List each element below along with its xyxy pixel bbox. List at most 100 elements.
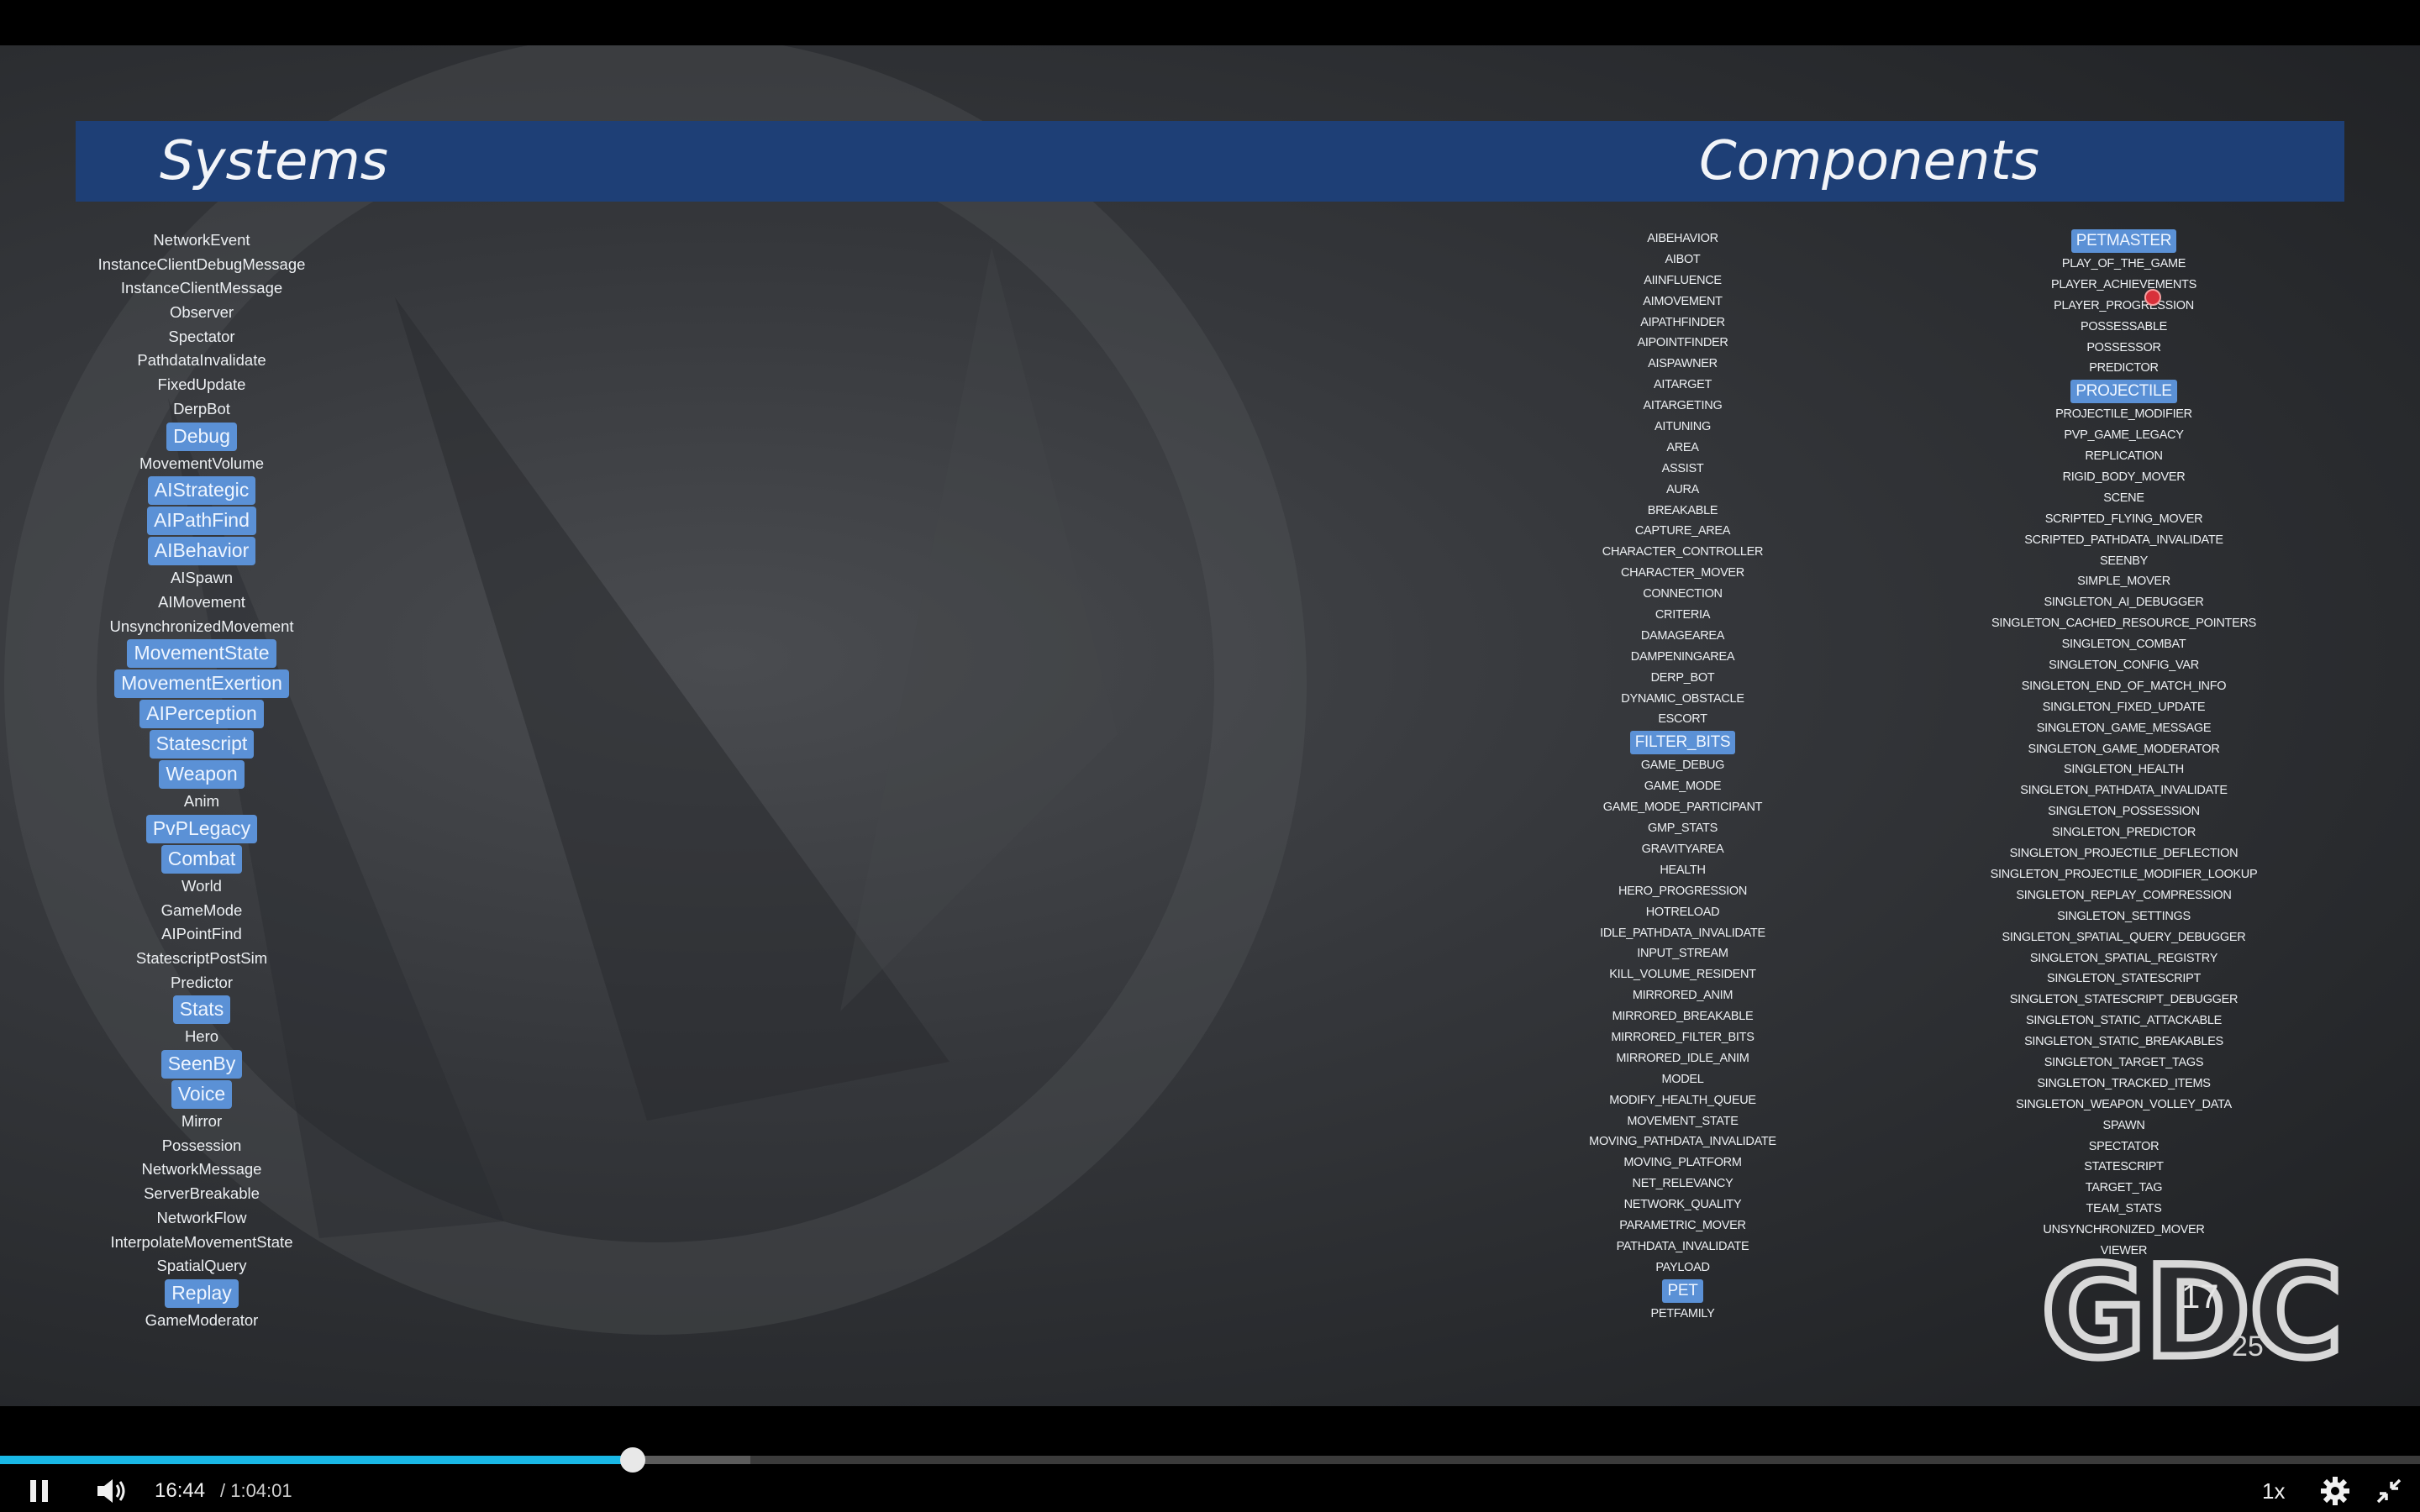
list-item: SINGLETON_STATIC_ATTACKABLE: [2025, 1014, 2223, 1028]
list-item: GAME_DEBUG: [1640, 759, 1725, 773]
highlighted-list-item: FILTER_BITS: [1629, 731, 1736, 755]
list-item: InstanceClientMessage: [120, 279, 283, 297]
highlighted-list-item: Replay: [165, 1278, 239, 1308]
list-item: FixedUpdate: [157, 375, 246, 394]
list-item: CONNECTION: [1643, 587, 1723, 601]
list-item: IDLE_PATHDATA_INVALIDATE: [1600, 926, 1765, 940]
list-item: DYNAMIC_OBSTACLE: [1621, 691, 1744, 706]
list-item: HEALTH: [1660, 863, 1706, 877]
highlighted-list-item: PvPLegacy: [145, 814, 258, 843]
list-item: INPUT_STREAM: [1637, 947, 1728, 961]
list-item: ESCORT: [1658, 712, 1707, 727]
list-item: AITUNING: [1655, 420, 1711, 434]
list-item: NETWORK_QUALITY: [1623, 1198, 1742, 1212]
list-item: AIINFLUENCE: [1644, 273, 1722, 287]
presentation-slide: Systems Components NetworkEvent InstanceC…: [0, 45, 2420, 1406]
list-item: PLAY_OF_THE_GAME: [2061, 257, 2186, 270]
list-item: STATESCRIPT: [2084, 1160, 2164, 1174]
list-item: PathdataInvalidate: [137, 351, 266, 370]
list-item: AIBEHAVIOR: [1647, 232, 1718, 245]
video-controls-bar: [0, 1445, 2420, 1512]
exit-fullscreen-icon[interactable]: [2375, 1477, 2403, 1505]
list-item: SINGLETON_REPLAY_COMPRESSION: [2016, 888, 2232, 902]
list-item: AIPOINTFINDER: [1637, 336, 1728, 350]
seek-bar[interactable]: [0, 1447, 2420, 1473]
highlighted-list-item: PROJECTILE: [2070, 380, 2177, 404]
list-item: MIRRORED_BREAKABLE: [1612, 1010, 1754, 1024]
list-item: AITARGET: [1653, 378, 1712, 392]
list-item: SEENBY: [2099, 554, 2149, 568]
list-item: DerpBot: [173, 399, 230, 417]
highlighted-list-item: Combat: [160, 844, 243, 874]
gdc-logo-anniversary: 25: [2232, 1331, 2264, 1362]
list-item: SINGLETON_HEALTH: [2064, 763, 2184, 777]
list-item: KILL_VOLUME_RESIDENT: [1609, 968, 1756, 982]
list-item: MOVING_PATHDATA_INVALIDATE: [1589, 1135, 1776, 1149]
list-item: GameMode: [160, 900, 243, 919]
list-item: TARGET_TAG: [2085, 1181, 2163, 1195]
list-item: SINGLETON_TRACKED_ITEMS: [2037, 1076, 2211, 1090]
list-item: SINGLETON_PREDICTOR: [2051, 826, 2196, 840]
list-item: InstanceClientDebugMessage: [97, 255, 306, 273]
list-item: Hero: [184, 1027, 219, 1046]
list-item: SINGLETON_SPATIAL_QUERY_DEBUGGER: [2002, 930, 2246, 944]
list-item: InterpolateMovementState: [110, 1232, 293, 1251]
seek-bar-progress: [0, 1456, 634, 1464]
list-item: StatescriptPostSim: [135, 949, 268, 967]
list-item: MovementVolume: [139, 454, 265, 472]
list-item: GAME_MODE_PARTICIPANT: [1602, 801, 1763, 815]
list-item: AIMOVEMENT: [1643, 294, 1723, 308]
systems-list: NetworkEvent InstanceClientDebugMessage In…: [76, 228, 328, 1333]
list-item: CRITERIA: [1655, 608, 1711, 622]
highlighted-list-item: PET: [1662, 1278, 1703, 1303]
list-item: Spectator: [168, 327, 235, 345]
list-item: SINGLETON_END_OF_MATCH_INFO: [2021, 679, 2227, 693]
list-item: PARAMETRIC_MOVER: [1619, 1218, 1746, 1232]
list-item: AISpawn: [170, 569, 234, 587]
components-list-left: AIBEHAVIOR AIBOT AIINFLUENCE AIMOVEMENT AIPA…: [1563, 228, 1802, 1325]
highlighted-list-item: AIBehavior: [147, 537, 256, 566]
list-item: GAME_MODE: [1644, 780, 1722, 794]
list-item: AIBOT: [1665, 252, 1701, 266]
list-item: AITARGETING: [1643, 399, 1723, 413]
speaker-icon[interactable]: [94, 1475, 128, 1507]
list-item: Anim: [183, 792, 220, 811]
list-item: RIGID_BODY_MOVER: [2062, 470, 2186, 485]
list-item: UnsynchronizedMovement: [109, 617, 294, 635]
list-item: BREAKABLE: [1647, 503, 1718, 517]
list-item: SCRIPTED_FLYING_MOVER: [2044, 512, 2203, 526]
playback-speed-button[interactable]: 1x: [2262, 1477, 2285, 1505]
list-item: MOVEMENT_STATE: [1627, 1114, 1739, 1128]
list-item: AIMovement: [158, 592, 245, 611]
list-item: NetworkFlow: [156, 1208, 247, 1226]
list-item: AIPointFind: [161, 925, 242, 943]
laser-pointer-dot: [2144, 289, 2161, 306]
list-item: SINGLETON_WEAPON_VOLLEY_DATA: [2016, 1097, 2232, 1111]
list-item: SINGLETON_SPATIAL_REGISTRY: [2029, 951, 2218, 965]
list-item: SINGLETON_POSSESSION: [2048, 805, 2200, 819]
pause-icon[interactable]: [25, 1477, 54, 1505]
list-item: HOTRELOAD: [1645, 905, 1720, 919]
list-item: GRAVITYAREA: [1641, 842, 1724, 856]
highlighted-list-item: Statescript: [149, 730, 255, 759]
highlighted-list-item: Weapon: [159, 760, 245, 790]
highlighted-list-item: Stats: [172, 995, 231, 1025]
list-item: Observer: [169, 303, 234, 322]
list-item: GameModerator: [145, 1310, 259, 1329]
list-item: CHARACTER_MOVER: [1621, 566, 1744, 580]
gear-icon[interactable]: [2319, 1475, 2351, 1507]
highlighted-list-item: AIStrategic: [147, 476, 256, 506]
list-item: SINGLETON_STATESCRIPT_DEBUGGER: [2009, 993, 2238, 1007]
seek-bar-handle[interactable]: [620, 1447, 646, 1473]
list-item: SPAWN: [2102, 1118, 2145, 1132]
list-item: SINGLETON_CACHED_RESOURCE_POINTERS: [1991, 617, 2257, 631]
list-item: NET_RELEVANCY: [1632, 1177, 1733, 1191]
list-item: SINGLETON_GAME_MESSAGE: [2036, 721, 2212, 735]
list-item: SINGLETON_PROJECTILE_MODIFIER_LOOKUP: [1990, 867, 2258, 881]
list-item: ServerBreakable: [144, 1184, 260, 1203]
list-item: AREA: [1666, 440, 1699, 454]
list-item: PLAYER_PROGRESSION: [2054, 298, 2194, 312]
list-item: AURA: [1665, 482, 1700, 496]
list-item: REPLICATION: [2085, 449, 2163, 464]
video-duration: / 1:04:01: [220, 1480, 292, 1501]
